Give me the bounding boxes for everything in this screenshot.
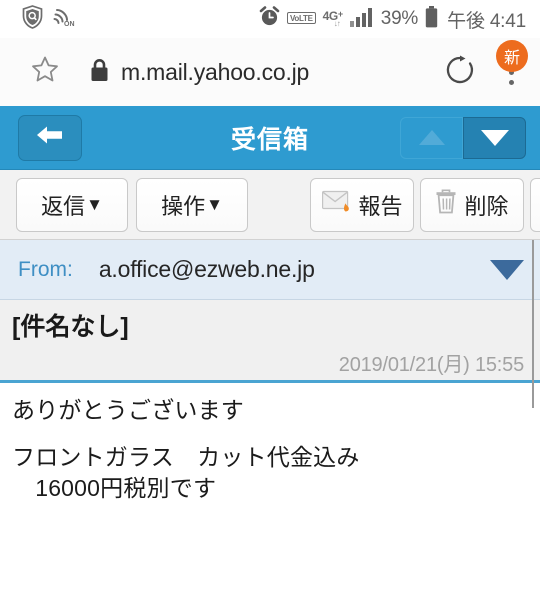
envelope-flame-icon [321,190,354,219]
message-body: ありがとうございます フロントガラス カット代金込み 16000円税別です [0,383,540,500]
status-bar: ON VoLTE 4G + ↓↑ 39% 午後 4:41 [0,0,540,38]
message-toolbar: 返信 ▼ 操作 ▼ 報告 削除 [0,170,540,240]
nfc-on-icon: ON [53,6,75,33]
subject-block: [件名なし] 2019/01/21(月) 15:55 [0,300,540,383]
star-icon[interactable] [30,55,60,90]
battery-percent-label: 39% [380,8,419,29]
message-subject: [件名なし] [12,313,129,341]
triangle-down-icon [480,129,509,146]
chevron-down-icon: ▼ [86,195,103,214]
status-bar-right-icons: VoLTE 4G + ↓↑ 39% 午後 4:41 [259,5,526,33]
body-line: ありがとうございます [12,397,244,423]
message-nav-group [400,116,526,159]
alarm-clock-icon [259,6,280,32]
expand-details-icon[interactable] [490,259,524,280]
report-spam-button[interactable]: 報告 [310,177,414,232]
shield-scan-icon [22,4,43,34]
delete-button[interactable]: 削除 [420,177,524,232]
operations-button[interactable]: 操作 ▼ [136,177,248,232]
browser-address-bar[interactable]: m.mail.yahoo.co.jp 新 [0,38,540,106]
lock-icon [90,58,109,87]
overflow-menu-icon[interactable]: 新 [496,40,528,92]
sender-address[interactable]: a.office@ezweb.ne.jp [99,256,315,283]
next-message-button[interactable] [463,116,526,159]
toolbar-right-group: 報告 削除 [310,177,540,232]
menu-dot-3 [508,79,514,85]
url-text[interactable]: m.mail.yahoo.co.jp [121,59,309,86]
volte-icon: VoLTE [286,12,316,24]
clock-time: 午後 4:41 [447,10,526,32]
reply-button[interactable]: 返信 ▼ [16,177,128,232]
previous-message-button[interactable] [400,116,463,159]
back-button[interactable] [18,114,82,161]
battery-icon [425,5,438,33]
svg-text:ON: ON [64,21,75,28]
chevron-down-icon: ▼ [206,195,223,214]
from-label: From: [18,257,73,281]
signal-bars-icon [349,7,374,32]
trash-icon [435,189,457,220]
browser-bar-actions: 新 [444,40,528,92]
menu-new-badge[interactable]: 新 [496,40,528,72]
operations-label: 操作 [161,193,206,219]
message-date: 2019/01/21(月) 15:55 [338,353,524,376]
body-line: 16000円税別です [12,475,217,501]
back-arrow-icon [35,122,65,153]
sender-row[interactable]: From: a.office@ezweb.ne.jp [0,240,540,300]
network-4gplus-icon: 4G + ↓↑ [322,8,343,28]
reload-icon[interactable] [444,54,476,91]
body-line: フロントガラス カット代金込み [12,444,360,470]
status-bar-left-icons: ON [22,4,75,34]
vertical-scrollbar[interactable] [532,240,534,408]
network-data-arrows: ↓↑ [333,18,341,28]
mail-app-header: 受信箱 [0,106,540,170]
delete-label: 削除 [464,193,509,219]
report-label: 報告 [358,193,403,219]
reply-label: 返信 [41,193,86,219]
triangle-up-icon [418,130,445,145]
toolbar-overflow-button[interactable] [530,177,540,232]
